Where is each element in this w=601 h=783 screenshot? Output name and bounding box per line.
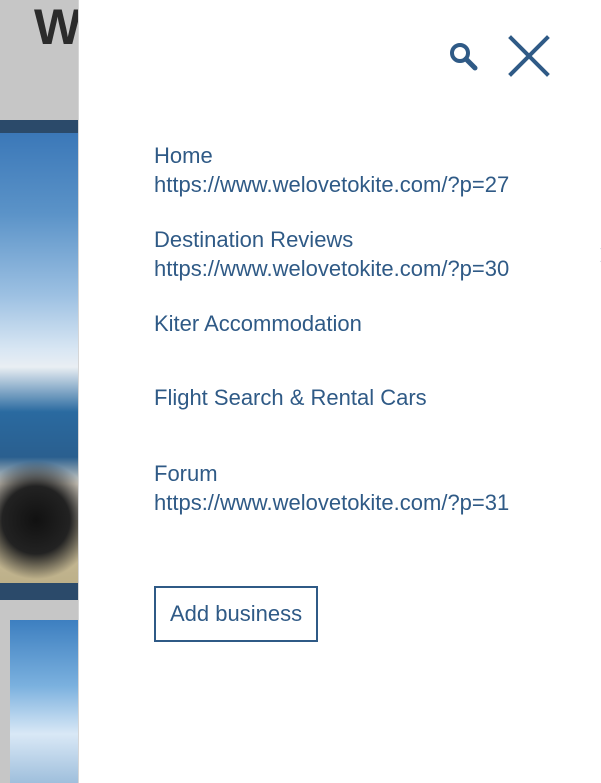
menu-nav: Home https://www.welovetokite.com/?p=27 … — [154, 143, 601, 545]
mobile-menu-panel: Home https://www.welovetokite.com/?p=27 … — [78, 0, 601, 783]
close-icon — [508, 35, 550, 77]
menu-item-url: https://www.welovetokite.com/?p=30 — [154, 256, 510, 281]
menu-item-title: Home — [154, 143, 213, 168]
menu-item-title: Destination Reviews — [154, 227, 354, 252]
close-button[interactable] — [507, 34, 551, 78]
hero-kite — [0, 455, 90, 585]
menu-item-forum[interactable]: Forum https://www.welovetokite.com/?p=31 — [154, 461, 574, 517]
menu-item-home[interactable]: Home https://www.welovetokite.com/?p=27 — [154, 143, 574, 199]
menu-item-url: https://www.welovetokite.com/?p=27 — [154, 172, 510, 197]
site-logo: W — [34, 0, 83, 55]
menu-item-title: Flight Search & Rental Cars — [154, 385, 427, 410]
menu-item-title: Kiter Accommodation — [154, 311, 362, 336]
menu-item-destination-reviews[interactable]: Destination Reviews https://www.weloveto… — [154, 227, 601, 283]
menu-top-actions — [447, 34, 551, 78]
search-icon — [450, 43, 478, 71]
menu-item-url: https://www.welovetokite.com/?p=31 — [154, 490, 510, 515]
menu-item-title: Forum — [154, 461, 218, 486]
menu-item-kiter-accommodation[interactable]: Kiter Accommodation — [154, 311, 574, 337]
menu-item-flight-search[interactable]: Flight Search & Rental Cars — [154, 385, 574, 411]
add-business-button[interactable]: Add business — [154, 586, 319, 642]
search-button[interactable] — [447, 40, 479, 72]
